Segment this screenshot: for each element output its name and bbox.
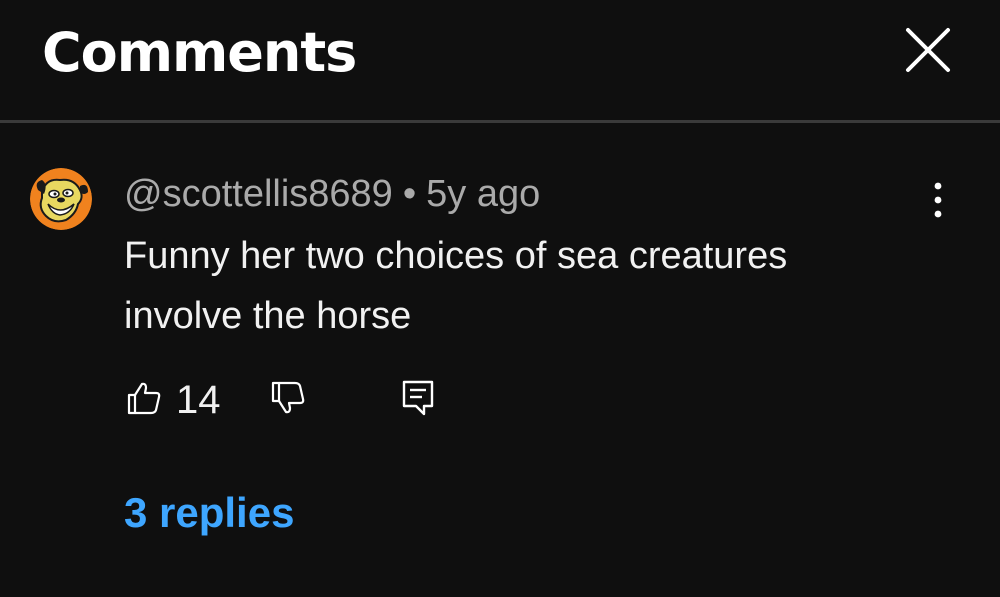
- close-button[interactable]: [896, 22, 960, 86]
- comment-text: Funny her two choices of sea creatures i…: [124, 235, 788, 337]
- comment-author[interactable]: @scottellis8689: [124, 173, 393, 215]
- thumbs-down-icon: [271, 381, 305, 414]
- cartoon-dog-avatar: [30, 168, 92, 230]
- header-divider: [0, 120, 1000, 123]
- close-icon: [906, 28, 950, 72]
- reply-button[interactable]: [396, 376, 440, 420]
- thumbs-up-icon: [127, 382, 161, 415]
- comments-header: Comments: [0, 0, 1000, 120]
- page-title: Comments: [42, 21, 357, 84]
- like-button[interactable]: 14: [124, 370, 234, 430]
- view-replies-link[interactable]: 3 replies: [124, 486, 294, 540]
- comment-meta: @scottellis8689 • 5y ago: [124, 170, 540, 218]
- meta-separator: •: [402, 173, 417, 215]
- comment-reply-icon: [402, 380, 434, 416]
- comment-age[interactable]: 5y ago: [426, 173, 540, 215]
- like-count: 14: [176, 378, 221, 422]
- more-vertical-icon: [934, 182, 942, 218]
- dislike-button[interactable]: [266, 376, 310, 420]
- avatar[interactable]: [30, 168, 92, 230]
- more-actions-button[interactable]: [918, 178, 958, 222]
